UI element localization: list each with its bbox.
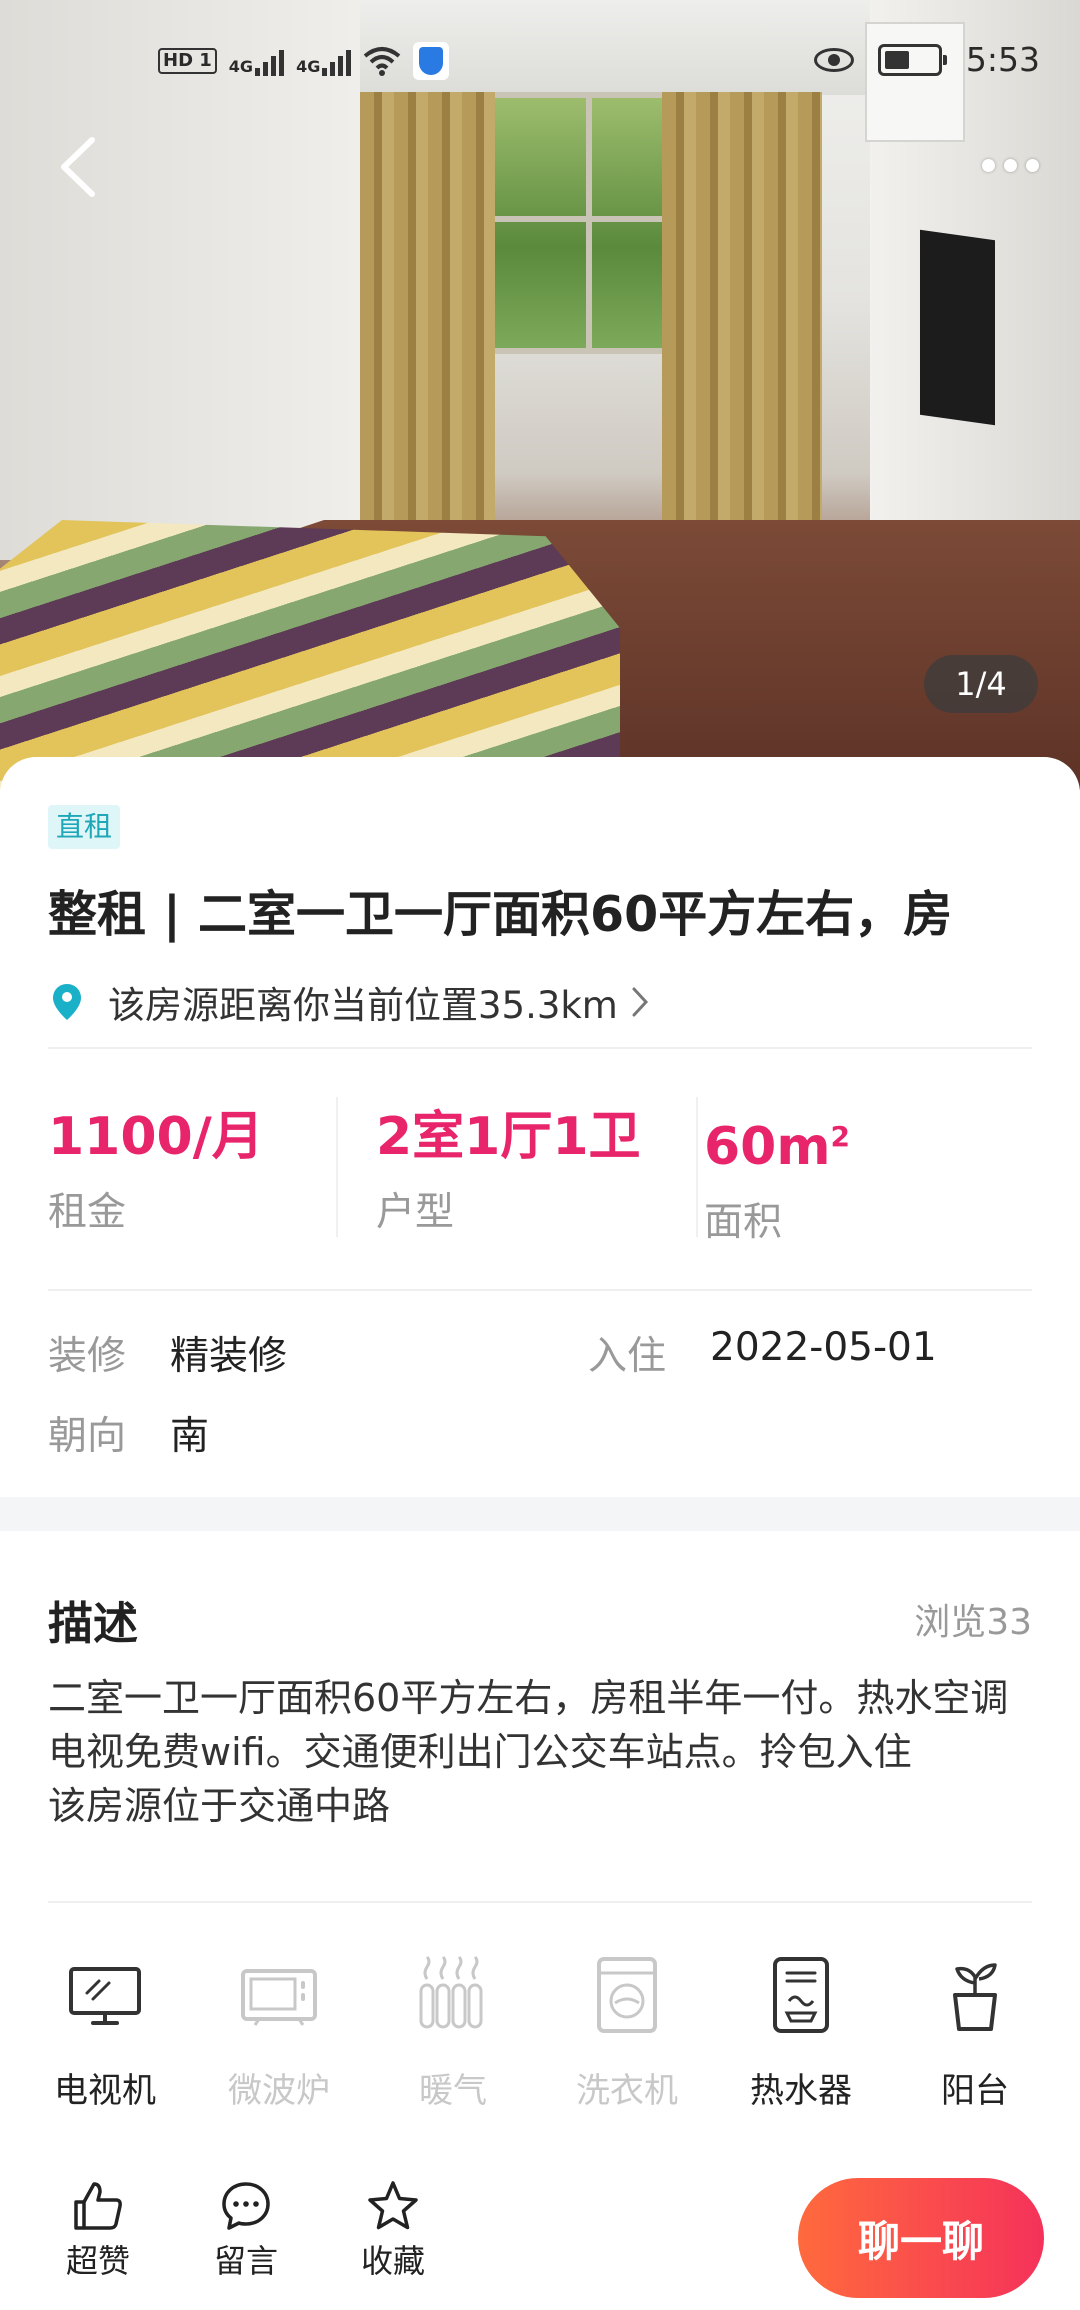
stat-area: 60m2 面积 — [704, 1097, 1032, 1247]
divider — [48, 1289, 1032, 1291]
stat-layout: 2室1厅1卫 户型 — [376, 1097, 704, 1247]
more-dot-icon — [981, 158, 995, 172]
location-distance-text: 该房源距离你当前位置35.3km — [108, 984, 618, 1027]
photo-window — [488, 92, 688, 354]
key-stats: 1100/月 租金 2室1厅1卫 户型 60m2 面积 — [48, 1097, 1032, 1247]
prop-key: 入住 — [588, 1334, 667, 1379]
photo-curtain-left — [360, 92, 495, 532]
description-section: 描述 浏览33 二室一卫一厅面积60平方左右，房租半年一付。热水空调电视免费wi… — [0, 1531, 1080, 2191]
rent-value: 1100/月 — [48, 1107, 264, 1167]
listing-card: 直租 整租 | 二室一卫一厅面积60平方左右，房 该房源距离你当前位置35.3k… — [0, 757, 1080, 1497]
section-spacer — [0, 1497, 1080, 1531]
stat-separator — [336, 1097, 338, 1237]
balcony-plant-icon — [953, 1963, 997, 2031]
water-heater-icon — [773, 1957, 829, 2033]
divider — [48, 1047, 1032, 1049]
star-icon — [368, 2181, 418, 2230]
amenity-water-heater: 热水器 — [714, 1955, 888, 2112]
prop-facing: 朝向 南 — [48, 1405, 209, 1461]
tv-icon — [69, 1967, 141, 2025]
listing-type-tag: 直租 — [48, 805, 121, 849]
signal-icon-2: 4G — [296, 46, 352, 76]
amenity-label: 电视机 — [54, 2071, 156, 2111]
area-value: 60m2 — [704, 1117, 851, 1177]
prop-key: 朝向 — [48, 1414, 127, 1459]
divider — [48, 1901, 1032, 1903]
network-type-label-2: 4G — [296, 57, 321, 76]
prop-value: 2022-05-01 — [710, 1325, 937, 1370]
washer-icon — [597, 1957, 657, 2033]
amenity-label: 微波炉 — [228, 2071, 330, 2111]
like-label: 超赞 — [65, 2242, 130, 2280]
description-body: 二室一卫一厅面积60平方左右，房租半年一付。热水空调电视免费wifi。交通便利出… — [48, 1676, 1009, 1828]
amenity-label: 暖气 — [419, 2071, 487, 2111]
like-button[interactable]: 超赞 — [48, 2180, 148, 2282]
battery-icon — [877, 43, 947, 76]
signal-icon: 4G — [228, 46, 285, 76]
eye-icon — [813, 47, 854, 72]
stat-separator — [696, 1097, 698, 1237]
amenity-washer: 洗衣机 — [540, 1955, 714, 2112]
status-bar: HD 1 4G 4G 5:53 — [0, 36, 1080, 90]
favorite-label: 收藏 — [360, 2242, 425, 2280]
chat-bubble-icon — [222, 2182, 270, 2230]
location-pin-icon — [53, 984, 81, 1020]
photo-counter: 1/4 — [924, 655, 1038, 713]
amenities-list: 电视机 微波炉 暖气 洗衣机 热水器 阳台 — [0, 1955, 1080, 2112]
wifi-icon — [364, 47, 401, 76]
prop-key: 装修 — [48, 1334, 127, 1379]
security-shield-icon — [413, 42, 450, 80]
description-heading: 描述 — [48, 1597, 139, 1650]
stat-rent: 1100/月 租金 — [48, 1097, 376, 1247]
more-options-button[interactable] — [970, 145, 1050, 185]
view-count: 浏览33 — [914, 1602, 1032, 1643]
amenity-label: 洗衣机 — [576, 2071, 678, 2111]
heater-icon — [419, 1955, 483, 2029]
more-dot-icon — [1025, 158, 1039, 172]
rent-label: 租金 — [48, 1190, 127, 1235]
prop-move-in: 入住 2022-05-01 — [588, 1325, 937, 1381]
location-link[interactable]: 该房源距离你当前位置35.3km — [52, 975, 650, 1029]
thumbs-up-icon — [74, 2182, 122, 2230]
layout-label: 户型 — [376, 1190, 455, 1235]
comment-button[interactable]: 留言 — [196, 2180, 296, 2282]
amenity-label: 阳台 — [941, 2071, 1009, 2111]
listing-title: 整租 | 二室一卫一厅面积60平方左右，房 — [48, 886, 953, 943]
listing-photo[interactable] — [0, 0, 1080, 790]
photo-tv — [920, 229, 995, 426]
network-type-label: 4G — [228, 57, 254, 76]
amenity-label: 热水器 — [750, 2071, 852, 2111]
more-dot-icon — [1003, 158, 1017, 172]
microwave-icon — [241, 1969, 317, 2026]
amenity-microwave: 微波炉 — [192, 1955, 366, 2112]
chat-button[interactable]: 聊一聊 — [798, 2178, 1044, 2298]
clock: 5:53 — [965, 40, 1040, 79]
layout-value: 2室1厅1卫 — [376, 1107, 641, 1167]
prop-value: 南 — [170, 1414, 210, 1459]
hd-badge: HD 1 — [158, 48, 217, 74]
amenity-heater: 暖气 — [366, 1955, 540, 2112]
bottom-action-bar: 超赞 留言 收藏 聊一聊 — [0, 2160, 1080, 2310]
amenity-balcony: 阳台 — [888, 1955, 1062, 2112]
prop-decoration: 装修 精装修 — [48, 1325, 287, 1381]
prop-value: 精装修 — [170, 1334, 288, 1379]
chevron-right-icon — [632, 987, 648, 1017]
amenity-tv: 电视机 — [18, 1955, 192, 2112]
favorite-button[interactable]: 收藏 — [343, 2180, 443, 2282]
photo-bed — [0, 520, 620, 790]
area-label: 面积 — [704, 1200, 783, 1245]
back-arrow-icon[interactable] — [50, 132, 110, 202]
comment-label: 留言 — [213, 2242, 278, 2280]
photo-curtain-right — [662, 92, 822, 532]
